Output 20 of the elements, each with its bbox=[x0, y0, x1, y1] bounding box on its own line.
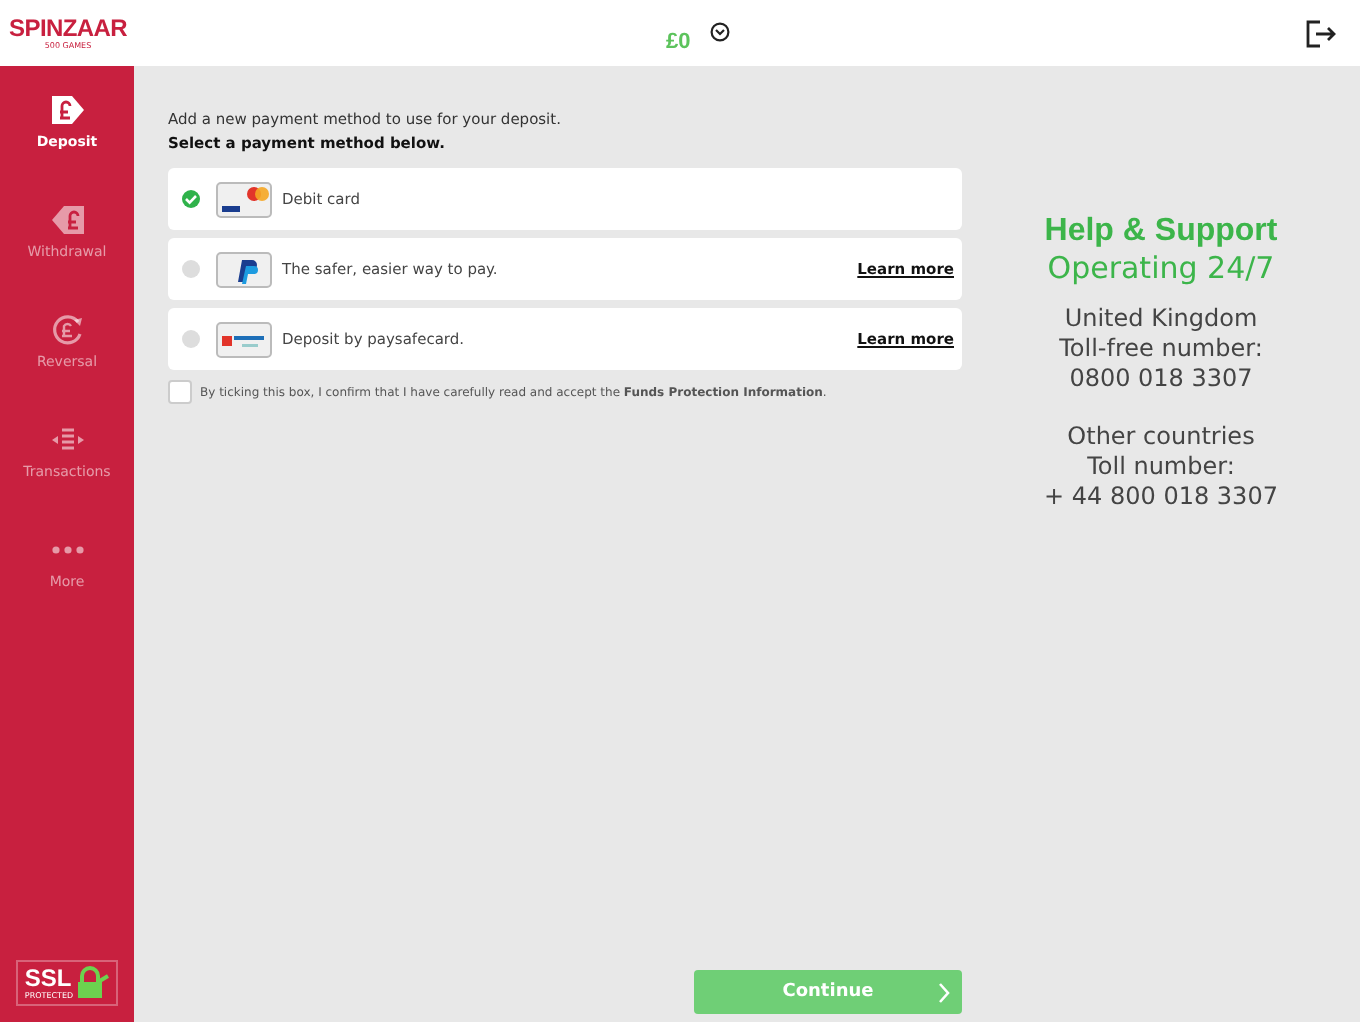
balance: £0 bbox=[666, 29, 691, 53]
dropdown-icon[interactable] bbox=[710, 21, 731, 41]
support-contact-text: Other countries Toll number: + 44 800 018 3307 bbox=[1044, 422, 1278, 512]
logout-icon[interactable] bbox=[1306, 19, 1336, 47]
chevron-right-icon bbox=[938, 981, 950, 1003]
padlock-icon bbox=[75, 966, 110, 1000]
pound-arrow-icon bbox=[49, 204, 85, 236]
radio-button[interactable] bbox=[182, 260, 200, 278]
paysafe-logo-icon bbox=[216, 321, 272, 357]
support-subtitle: Operating 24/7 bbox=[1047, 250, 1275, 288]
pound-arrow-icon bbox=[49, 94, 85, 126]
support-title: Help & Support bbox=[1044, 212, 1278, 250]
ssl-label: SSL bbox=[24, 966, 74, 990]
paypal-logo-icon bbox=[216, 251, 272, 287]
radio-button[interactable] bbox=[182, 330, 200, 348]
consent-checkbox[interactable] bbox=[168, 380, 192, 404]
support-contact-text: United Kingdom Toll-free number: 0800 018 3307 bbox=[1059, 304, 1263, 394]
radio-button[interactable] bbox=[182, 190, 200, 208]
card-logo-icon bbox=[216, 181, 272, 217]
refresh-pound-icon bbox=[49, 314, 85, 346]
